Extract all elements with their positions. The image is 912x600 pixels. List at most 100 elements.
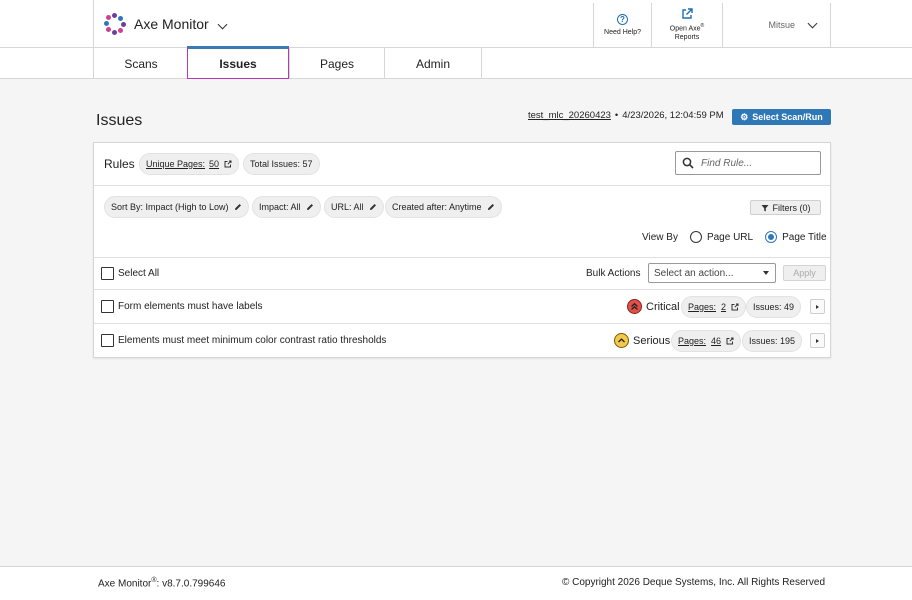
impact-chip[interactable]: Impact: All [252, 196, 321, 218]
expand-row-button[interactable] [810, 299, 825, 314]
filter-icon [761, 204, 768, 211]
bulk-action-placeholder: Select an action... [654, 267, 734, 279]
impact-chip-label: Impact: All [259, 202, 301, 212]
divider [94, 257, 830, 258]
app-switcher[interactable]: Axe Monitor [93, 0, 593, 48]
view-by-page-url-radio[interactable] [689, 231, 702, 243]
reports-label-line1: Open Axe [669, 25, 701, 33]
view-by-page-title-label: Page Title [782, 231, 827, 243]
pencil-icon [369, 204, 376, 210]
help-circle-icon: ? [617, 13, 628, 25]
external-link-icon [731, 303, 739, 311]
view-by-group: View By Page URL Page Title [642, 231, 827, 243]
created-after-label: Created after: Anytime [392, 202, 482, 212]
impact-indicator: Critical [627, 299, 680, 314]
scan-info: test_mlc_20260423 • 4/23/2026, 12:04:59 … [528, 110, 724, 121]
rule-name[interactable]: Elements must meet minimum color contras… [118, 335, 386, 346]
pages-value: 46 [711, 336, 722, 346]
main-tabs: Scans Issues Pages Admin [0, 46, 912, 79]
version-info: Axe Monitor®: v8.7.0.799646 [98, 577, 225, 589]
page-title: Issues [96, 112, 143, 129]
user-menu[interactable]: Mitsue [722, 3, 831, 47]
pencil-icon [234, 204, 241, 210]
impact-label: Critical [646, 300, 680, 313]
reports-label-line2: Reports [674, 34, 700, 42]
url-chip[interactable]: URL: All [324, 196, 384, 218]
tab-issues[interactable]: Issues [187, 46, 289, 79]
external-link-icon [682, 8, 693, 19]
rules-panel: Rules Unique Pages: 50 Total Issues: 57 … [93, 142, 831, 358]
unique-pages-label: Unique Pages: [146, 159, 206, 169]
gear-icon: ⚙ [740, 111, 749, 122]
url-chip-label: URL: All [331, 202, 364, 212]
bulk-actions-label: Bulk Actions [586, 268, 641, 279]
footer: Axe Monitor®: v8.7.0.799646 © Copyright … [0, 566, 912, 600]
divider [94, 185, 830, 186]
impact-indicator: Serious [614, 333, 670, 348]
tab-admin[interactable]: Admin [384, 48, 482, 79]
need-help-button[interactable]: ? Need Help? [593, 3, 651, 47]
tab-scans[interactable]: Scans [93, 48, 188, 79]
filters-label: Filters (0) [772, 202, 811, 213]
axe-logo-icon [104, 13, 126, 35]
row-checkbox[interactable] [101, 300, 114, 313]
need-help-label: Need Help? [604, 28, 641, 36]
app-name: Axe Monitor [134, 16, 209, 32]
caret-right-icon [816, 338, 819, 343]
scan-datetime: 4/23/2026, 12:04:59 PM [622, 110, 724, 121]
copyright: © Copyright 2026 Deque Systems, Inc. All… [561, 577, 825, 588]
select-all-label: Select All [118, 268, 160, 279]
caret-right-icon [816, 304, 819, 309]
rule-search-box [675, 151, 821, 175]
total-issues-pill: Total Issues: 57 [243, 153, 320, 175]
pages-value: 2 [721, 302, 727, 312]
pages-label: Pages: [678, 336, 707, 346]
version-prefix: Axe Monitor [98, 578, 152, 590]
caret-down-icon [763, 271, 769, 275]
divider [94, 289, 830, 290]
chevron-down-icon [217, 15, 228, 33]
pencil-icon [487, 204, 494, 210]
unique-pages-pill[interactable]: Unique Pages: 50 [139, 153, 240, 175]
row-checkbox[interactable] [101, 334, 114, 347]
external-link-icon [224, 160, 232, 168]
apply-button[interactable]: Apply [783, 265, 826, 281]
sort-by-chip[interactable]: Sort By: Impact (High to Low) [104, 196, 249, 218]
select-scan-run-label: Select Scan/Run [752, 112, 823, 122]
unique-pages-value: 50 [209, 159, 220, 169]
issues-pill: Issues: 195 [742, 330, 803, 352]
chevron-down-icon [807, 18, 818, 28]
pages-pill[interactable]: Pages: 46 [671, 330, 742, 352]
issues-pill: Issues: 49 [746, 296, 802, 318]
created-after-chip[interactable]: Created after: Anytime [385, 196, 502, 218]
top-bar: Axe Monitor ? Need Help? Open Axe® Repor… [0, 0, 912, 48]
double-chevron-up-icon [627, 299, 642, 314]
search-icon [682, 157, 694, 169]
view-by-page-url-label: Page URL [706, 231, 754, 243]
open-axe-reports-button[interactable]: Open Axe® Reports [651, 3, 722, 47]
tab-pages[interactable]: Pages [289, 48, 384, 79]
user-name: Mitsue [768, 19, 795, 30]
divider [94, 323, 830, 324]
pages-pill[interactable]: Pages: 2 [681, 296, 747, 318]
external-link-icon [726, 337, 734, 345]
rules-label: Rules [104, 157, 135, 171]
view-by-label: View By [642, 231, 678, 243]
pages-label: Pages: [688, 302, 717, 312]
pencil-icon [306, 204, 313, 210]
expand-row-button[interactable] [810, 333, 825, 348]
version-number: : v8.7.0.799646 [156, 578, 226, 590]
find-rule-input[interactable] [701, 157, 811, 169]
rule-name[interactable]: Form elements must have labels [118, 301, 263, 312]
registered-mark: ® [700, 22, 705, 29]
scan-name-link[interactable]: test_mlc_20260423 [528, 110, 611, 121]
scan-separator: • [614, 110, 619, 121]
select-scan-run-button[interactable]: ⚙ Select Scan/Run [732, 109, 831, 125]
view-by-page-title-radio[interactable] [765, 231, 778, 243]
bulk-action-select[interactable]: Select an action... [648, 263, 776, 283]
select-all-checkbox[interactable] [101, 267, 114, 280]
chevron-up-icon [614, 333, 629, 348]
filters-button[interactable]: Filters (0) [750, 200, 821, 215]
impact-label: Serious [633, 334, 671, 347]
sort-by-label: Sort By: Impact (High to Low) [111, 202, 229, 212]
